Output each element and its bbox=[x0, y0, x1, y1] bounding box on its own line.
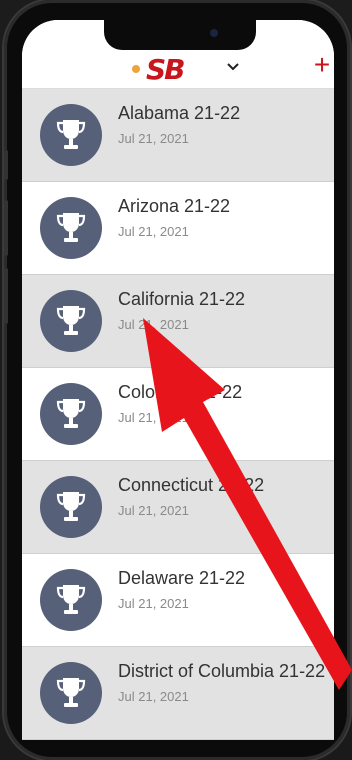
list-item-date: Jul 21, 2021 bbox=[118, 410, 189, 425]
list-item-date: Jul 21, 2021 bbox=[118, 596, 189, 611]
phone-side-button bbox=[4, 268, 8, 324]
trophy-avatar bbox=[40, 569, 102, 631]
list-item-date: Jul 21, 2021 bbox=[118, 224, 189, 239]
phone-side-button bbox=[4, 200, 8, 256]
list-item[interactable]: Delaware 21-22 Jul 21, 2021 bbox=[22, 554, 334, 647]
list-item[interactable]: Alabama 21-22 Jul 21, 2021 bbox=[22, 89, 334, 182]
list-item-title: Delaware 21-22 bbox=[118, 568, 246, 588]
list-item[interactable]: District of Columbia 21-22 Jul 21, 2021 bbox=[22, 647, 334, 740]
list-item[interactable]: California 21-22 Jul 21, 2021 bbox=[22, 275, 334, 368]
list-item-title: Connecticut 21-22 bbox=[118, 475, 265, 495]
list-item-title: District of Columbia 21-22 bbox=[118, 661, 326, 681]
list-item-title: Colorado 21-22 bbox=[118, 382, 243, 402]
trophy-avatar bbox=[40, 290, 102, 352]
chevron-down-icon[interactable] bbox=[226, 60, 240, 74]
phone-side-button bbox=[4, 150, 8, 180]
trophy-avatar bbox=[40, 662, 102, 724]
app-logo[interactable]: SB bbox=[132, 52, 185, 86]
list-item-date: Jul 21, 2021 bbox=[118, 131, 189, 146]
trophy-icon bbox=[56, 213, 86, 242]
trophy-icon bbox=[56, 678, 86, 707]
season-list: Alabama 21-22 Jul 21, 2021 Arizona 21-22… bbox=[22, 89, 334, 740]
trophy-avatar bbox=[40, 104, 102, 166]
list-item-title: Arizona 21-22 bbox=[118, 196, 231, 216]
trophy-icon bbox=[56, 492, 86, 521]
list-item-title: California 21-22 bbox=[118, 289, 246, 309]
logo-text: SB bbox=[146, 52, 185, 86]
list-item[interactable]: Colorado 21-22 Jul 21, 2021 bbox=[22, 368, 334, 461]
trophy-icon bbox=[56, 585, 86, 614]
trophy-avatar bbox=[40, 476, 102, 538]
camera-icon bbox=[210, 29, 218, 37]
list-item-date: Jul 21, 2021 bbox=[118, 689, 189, 704]
phone-notch bbox=[104, 20, 256, 50]
trophy-icon bbox=[56, 306, 86, 335]
list-item[interactable]: Connecticut 21-22 Jul 21, 2021 bbox=[22, 461, 334, 554]
list-item-title: Alabama 21-22 bbox=[118, 103, 241, 123]
add-button[interactable]: + bbox=[312, 51, 332, 79]
trophy-avatar bbox=[40, 197, 102, 259]
trophy-icon bbox=[56, 399, 86, 428]
list-item-date: Jul 21, 2021 bbox=[118, 503, 189, 518]
logo-dot-icon bbox=[132, 65, 140, 73]
list-item-date: Jul 21, 2021 bbox=[118, 317, 189, 332]
trophy-icon bbox=[56, 120, 86, 149]
app-screen: SB + Alabama 21-22 Jul 21, 2021 Arizona … bbox=[22, 20, 334, 740]
list-item[interactable]: Arizona 21-22 Jul 21, 2021 bbox=[22, 182, 334, 275]
trophy-avatar bbox=[40, 383, 102, 445]
